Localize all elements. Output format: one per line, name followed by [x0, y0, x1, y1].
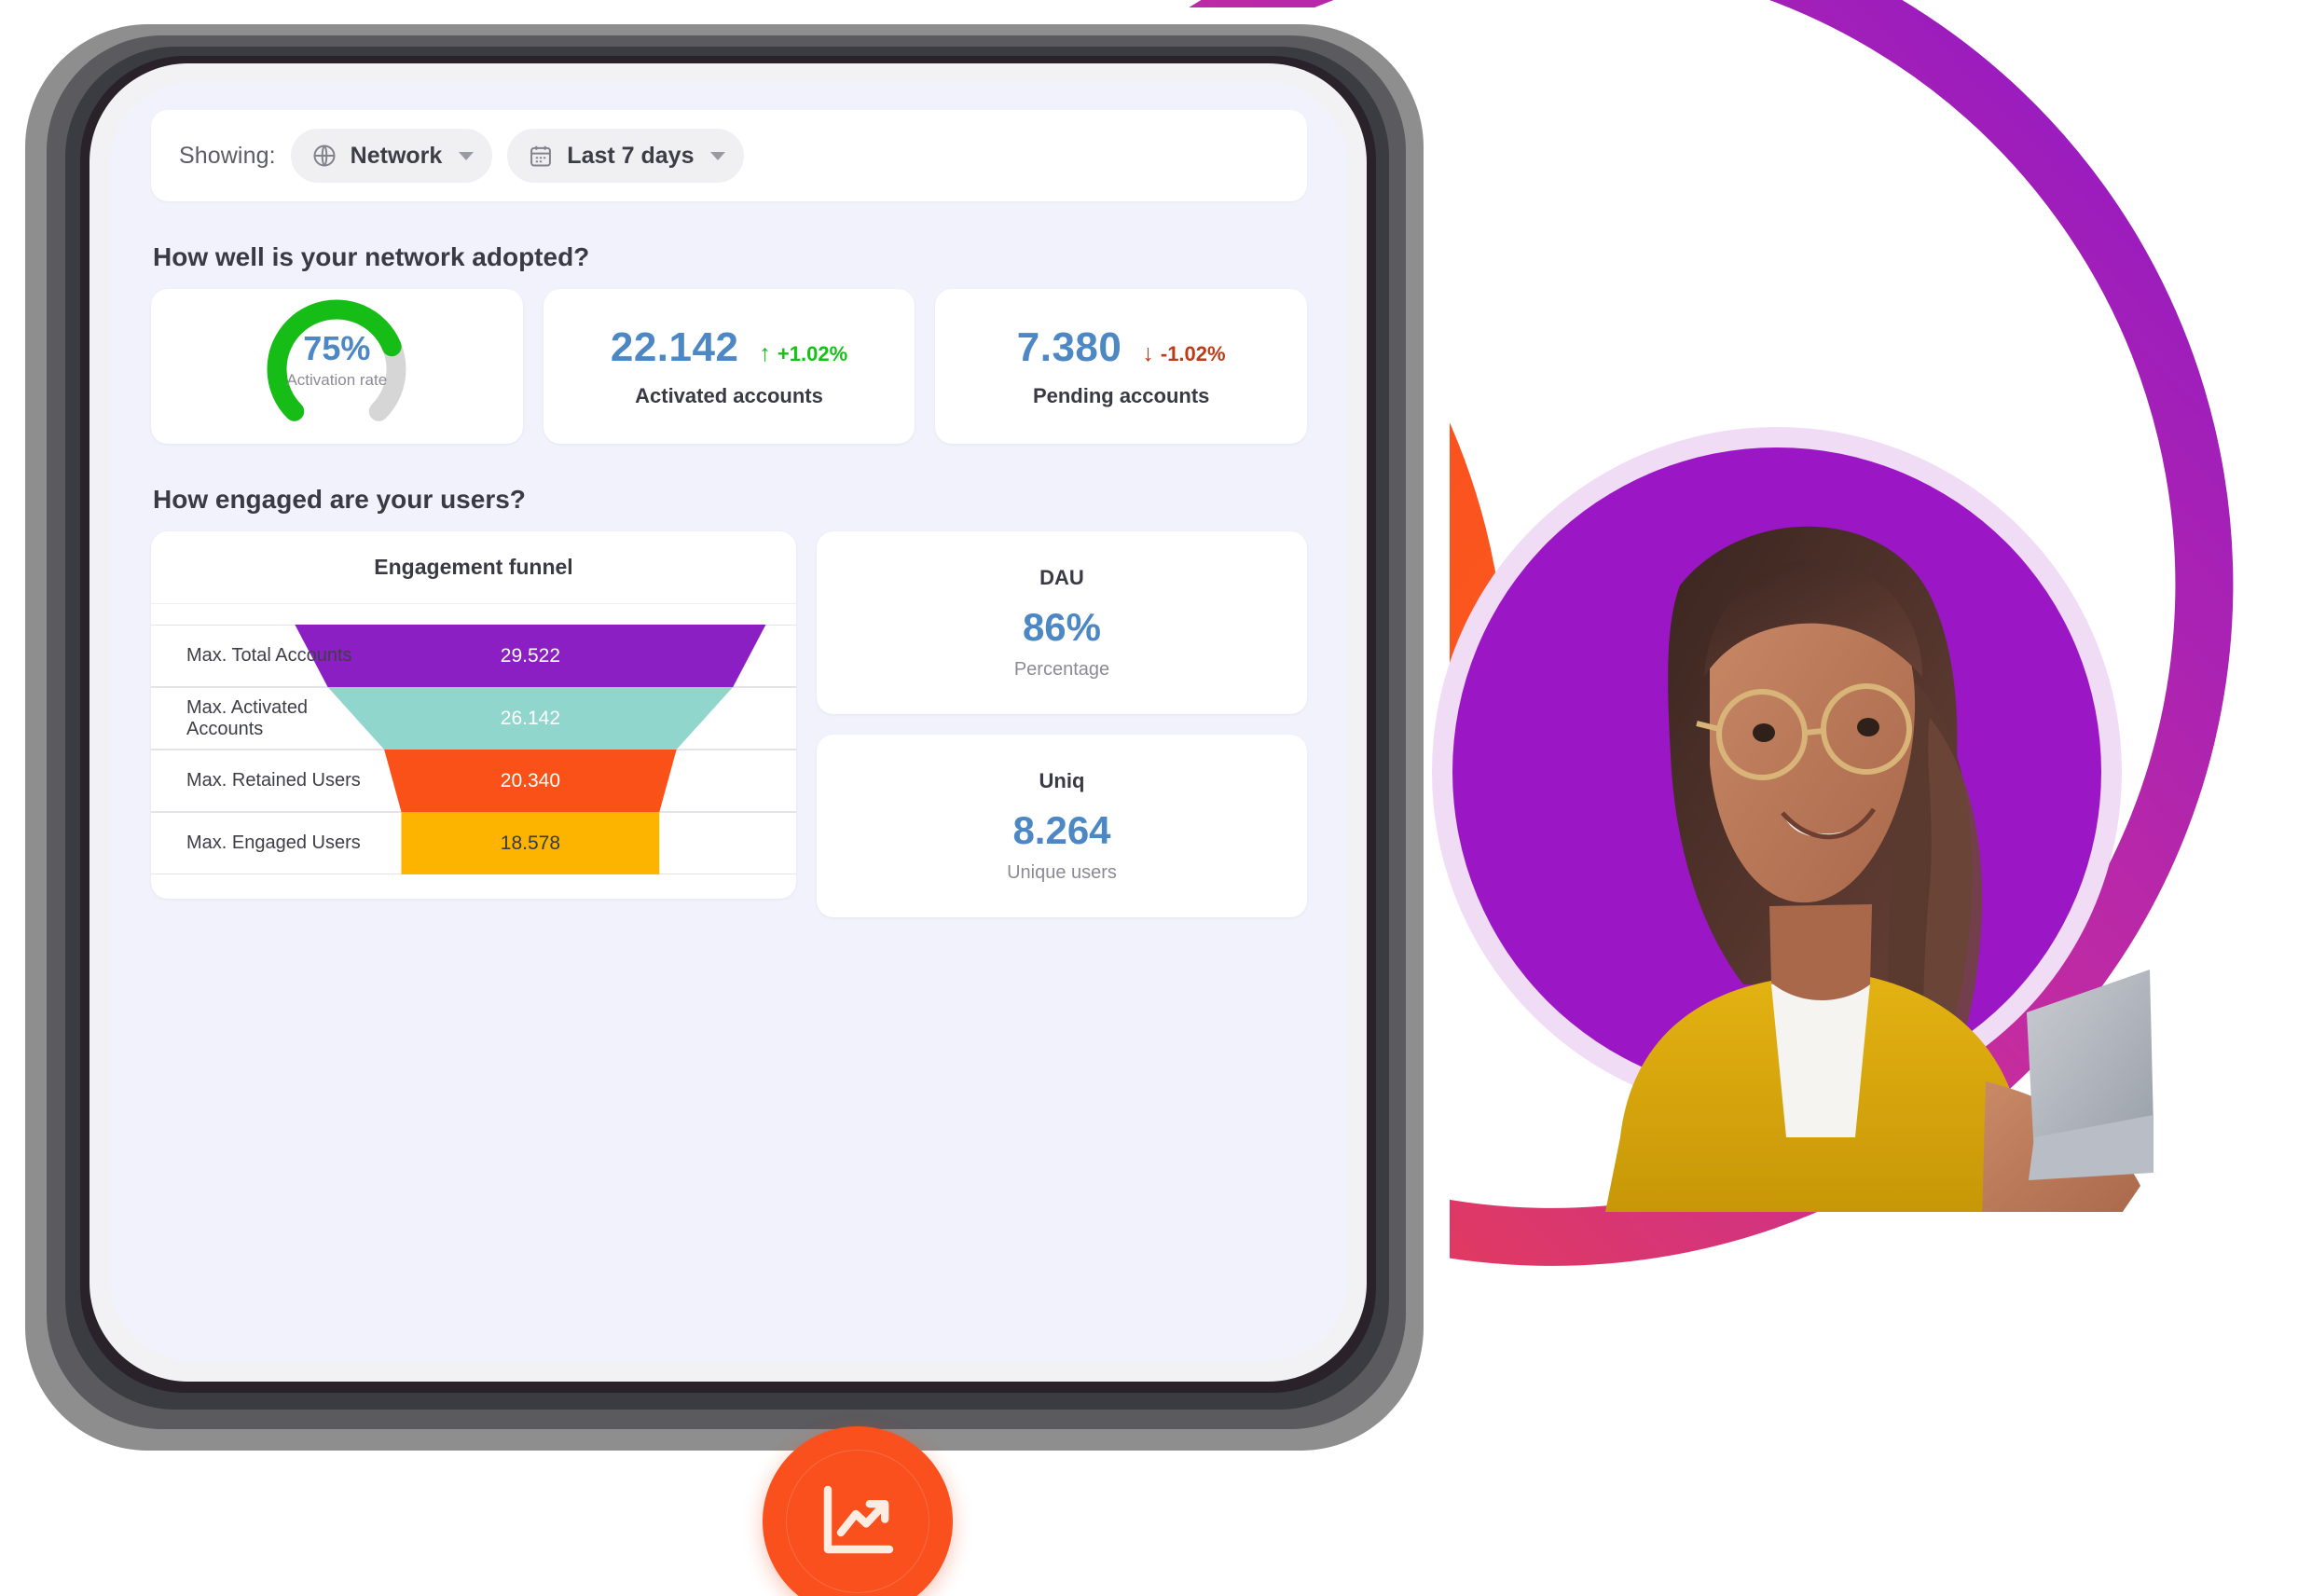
network-filter-chip[interactable]: Network: [290, 129, 493, 183]
dau-card: DAU 86% Percentage: [817, 531, 1307, 714]
dau-card-title: DAU: [1039, 565, 1084, 589]
dashboard: Showing: Network Last 7 days How well is…: [110, 82, 1348, 1361]
funnel-row: Max. Engaged Users 18.578: [151, 812, 796, 874]
gauge-percent: 75%: [303, 329, 371, 367]
chevron-down-icon: [710, 151, 726, 160]
engagement-side-column: DAU 86% Percentage Uniq 8.264 Unique use…: [817, 531, 1307, 917]
funnel-row: Max. Activated Accounts 26.142: [151, 687, 796, 750]
person-photo: [1464, 485, 2154, 1212]
device-frame: Showing: Network Last 7 days How well is…: [0, 7, 1450, 1480]
activated-accounts-label: Activated accounts: [635, 384, 823, 407]
arrow-down-icon: ↓: [1142, 340, 1154, 366]
showing-label: Showing:: [179, 142, 276, 169]
engagement-funnel-header: Engagement funnel: [151, 531, 796, 604]
dau-card-subtitle: Percentage: [1013, 658, 1110, 680]
network-filter-label: Network: [350, 142, 443, 169]
pending-accounts-delta-value: -1.02%: [1160, 341, 1226, 365]
activation-gauge: 75% Activation rate: [256, 296, 417, 436]
funnel-row: Max. Total Accounts 29.522: [151, 625, 796, 687]
funnel-row-label: Max. Engaged Users: [186, 832, 361, 853]
activated-accounts-delta: ↑ +1.02%: [759, 342, 847, 366]
activated-accounts-value: 22.142: [610, 324, 739, 370]
unique-users-card: Uniq 8.264 Unique users: [817, 735, 1307, 917]
gauge-center-text: 75% Activation rate: [256, 332, 417, 390]
filter-toolbar: Showing: Network Last 7 days: [151, 110, 1307, 201]
pending-accounts-card: 7.380 ↓ -1.02% Pending accounts: [935, 289, 1308, 444]
engagement-section-title: How engaged are your users?: [153, 485, 526, 514]
pending-accounts-value: 7.380: [1016, 324, 1122, 370]
dau-card-value: 86%: [1022, 604, 1102, 649]
engagement-row: Engagement funnel Max. Total Accounts 29.…: [151, 531, 1307, 917]
calendar-icon: [528, 143, 554, 169]
date-range-filter-label: Last 7 days: [567, 142, 695, 169]
engagement-funnel-rows: Max. Total Accounts 29.522 Max. Activated …: [151, 625, 796, 874]
pending-accounts-label: Pending accounts: [1032, 384, 1210, 407]
pending-accounts-delta: ↓ -1.02%: [1142, 342, 1225, 366]
funnel-row-label: Max. Retained Users: [186, 770, 361, 791]
globe-icon: [311, 143, 337, 169]
screenshot-stage: Showing: Network Last 7 days How well is…: [0, 0, 2298, 1596]
funnel-row-label: Max. Activated Accounts: [186, 696, 309, 739]
adoption-section-title: How well is your network adopted?: [153, 242, 590, 271]
engagement-funnel-chart: Max. Total Accounts 29.522 Max. Activated …: [151, 625, 796, 874]
funnel-row-label: Max. Total Accounts: [186, 645, 352, 666]
gauge-caption: Activation rate: [286, 371, 388, 389]
engagement-funnel-card: Engagement funnel Max. Total Accounts 29.…: [151, 531, 796, 899]
unique-users-card-value: 8.264: [1012, 807, 1111, 852]
funnel-row: Max. Retained Users 20.340: [151, 750, 796, 812]
date-range-filter-chip[interactable]: Last 7 days: [507, 129, 745, 183]
activated-accounts-card: 22.142 ↑ +1.02% Activated accounts: [543, 289, 915, 444]
unique-users-card-title: Uniq: [1039, 768, 1085, 792]
adoption-kpi-row: 75% Activation rate 22.142 ↑ +1.02% Acti…: [151, 289, 1308, 444]
funnel-row-value: 18.578: [500, 832, 560, 854]
unique-users-card-subtitle: Unique users: [1007, 861, 1117, 883]
activation-rate-card: 75% Activation rate: [151, 289, 523, 444]
arrow-up-icon: ↑: [759, 340, 771, 366]
engagement-funnel-title: Engagement funnel: [374, 555, 573, 579]
device-screen: Showing: Network Last 7 days How well is…: [110, 82, 1348, 1361]
badge-inner-ring: [786, 1450, 929, 1593]
funnel-row-value: 26.142: [500, 707, 560, 729]
purple-circle-backdrop: [1432, 427, 2122, 1117]
funnel-row-value: 20.340: [500, 769, 560, 791]
activated-accounts-delta-value: +1.02%: [777, 341, 848, 365]
chevron-down-icon: [459, 151, 475, 160]
